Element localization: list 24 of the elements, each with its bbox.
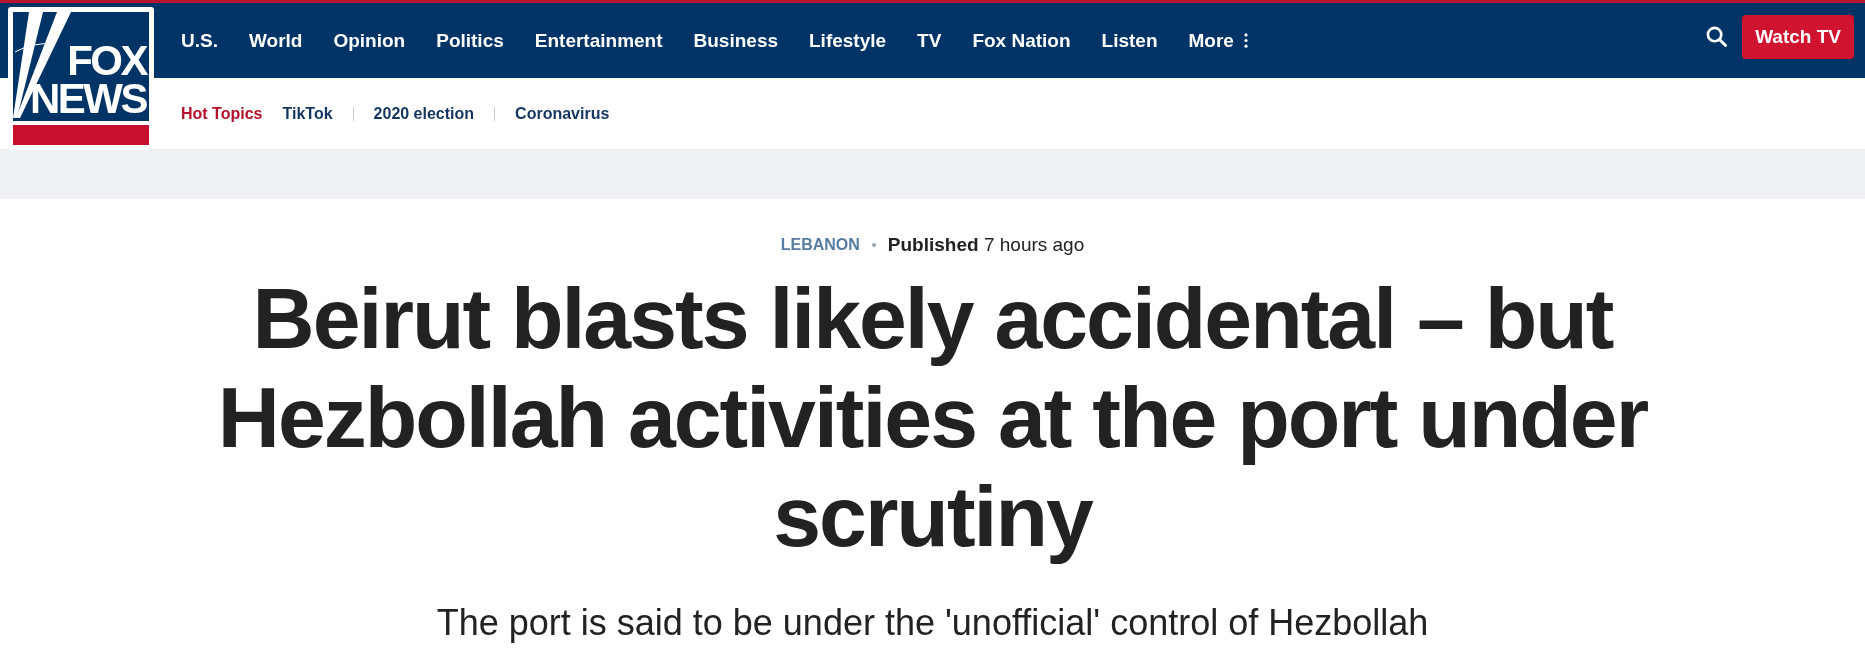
topic-link[interactable]: TikTok — [282, 104, 333, 123]
article-headline: Beirut blasts likely accidental – but Hezbollah activities at the port under scrutiny — [216, 269, 1649, 566]
nav-link[interactable]: U.S. — [181, 29, 218, 52]
article-subheadline: The port is said to be under the 'unofficial' control of Hezbollah — [436, 602, 1429, 644]
nav-link[interactable]: Entertainment — [534, 29, 663, 52]
nav-link[interactable]: Opinion — [333, 29, 406, 52]
nav-link[interactable]: Listen — [1101, 29, 1158, 52]
nav-link[interactable]: TV — [917, 29, 942, 52]
publish-time: Published 7 hours ago — [887, 234, 1085, 256]
nav-link[interactable]: Lifestyle — [809, 29, 887, 52]
nav-link[interactable]: Politics — [436, 29, 504, 52]
dot-separator-icon — [871, 243, 876, 247]
logo-link[interactable]: FOX NEWS — [8, 7, 154, 150]
topic-link[interactable]: Coronavirus — [515, 104, 610, 123]
hot-topics-label: Hot Topics — [181, 104, 263, 123]
watch-tv-button[interactable]: Watch TV — [1742, 14, 1854, 59]
nav-link[interactable]: Business — [693, 29, 778, 52]
search-icon[interactable] — [1706, 26, 1728, 47]
more-menu-button[interactable]: More — [1188, 29, 1248, 52]
category-link[interactable]: LEBANON — [780, 236, 860, 254]
vertical-dots-icon — [1243, 33, 1248, 48]
nav-link[interactable]: World — [248, 29, 303, 52]
topic-link[interactable]: 2020 election — [373, 104, 475, 123]
nav-link[interactable]: Fox Nation — [972, 29, 1071, 52]
